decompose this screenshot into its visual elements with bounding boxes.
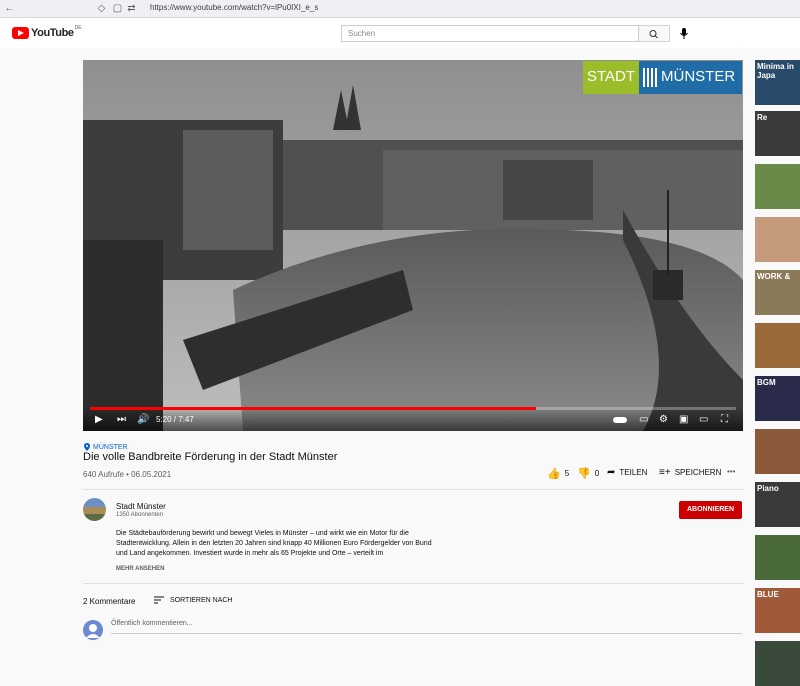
more-actions-icon[interactable]: •••: [727, 467, 735, 476]
youtube-play-icon: [12, 27, 29, 39]
share-label: TEILEN: [619, 468, 648, 477]
playlist-add-icon: ≡+: [659, 467, 671, 478]
share-icon: ➦: [607, 467, 616, 478]
comment-input-underline: [111, 633, 742, 634]
recommendation-thumbnail[interactable]: [755, 429, 800, 474]
recommendation-thumbnail[interactable]: BLUE: [755, 588, 800, 633]
recommendation-thumbnail[interactable]: WORK &: [755, 270, 800, 315]
thumb-text: Minima in Japa: [757, 62, 794, 80]
subscribe-button[interactable]: ABONNIEREN: [679, 501, 742, 519]
search-button[interactable]: [639, 25, 670, 42]
like-button[interactable]: 👍 5: [547, 467, 569, 480]
recommendation-thumbnail[interactable]: [755, 535, 800, 580]
fullscreen-icon[interactable]: ⛶: [721, 415, 728, 425]
lock-icon[interactable]: ▢: [112, 3, 123, 14]
thumb-text: Piano: [757, 484, 779, 493]
thumb-text: WORK &: [757, 272, 791, 281]
volume-icon[interactable]: 🔊: [137, 415, 149, 425]
player-controls: ▶ ⏭ 🔊 5:20 / 7:47 ▭ ⚙ ▣ ▭ ⛶: [83, 407, 743, 431]
dislike-button[interactable]: 👎 0: [577, 467, 599, 480]
country-code: DE: [74, 25, 82, 31]
divider: [83, 489, 743, 490]
save-label: SPEICHERN: [674, 468, 722, 477]
video-meta: 640 Aufrufe • 06.05.2021: [83, 470, 172, 479]
location-tag[interactable]: MÜNSTER: [84, 443, 128, 451]
logo-muenster-block: MÜNSTER: [639, 61, 742, 94]
next-icon[interactable]: ⏭: [117, 415, 126, 425]
sort-button[interactable]: SORTIEREN NACH: [154, 596, 233, 604]
progress-fill: [90, 407, 536, 410]
location-label: MÜNSTER: [93, 443, 128, 451]
video-title: Die volle Bandbreite Förderung in der St…: [83, 451, 338, 463]
thumb-text: BLUE: [757, 590, 779, 599]
comment-input[interactable]: Öffentlich kommentieren...: [111, 620, 193, 627]
logo-muenster: MÜNSTER: [661, 68, 736, 85]
recommendation-thumbnail[interactable]: Minima in Japa: [755, 60, 800, 105]
recommendation-thumbnail[interactable]: [755, 164, 800, 209]
logo-columns-icon: [643, 68, 657, 87]
theater-mode-icon[interactable]: ▭: [699, 415, 708, 425]
thumbs-down-icon: 👎: [577, 468, 591, 480]
recommendation-thumbnail[interactable]: [755, 217, 800, 262]
search-icon: [649, 30, 658, 39]
share-button[interactable]: ➦ TEILEN: [607, 467, 647, 478]
permissions-icon[interactable]: ⇄: [126, 3, 137, 14]
thumb-text: Re: [757, 113, 768, 122]
divider: [83, 583, 743, 584]
browser-toolbar: ← ◇ ▢ ⇄ https://www.youtube.com/watch?v=…: [0, 0, 800, 18]
back-arrow-icon[interactable]: ←: [4, 3, 15, 14]
play-icon[interactable]: ▶: [95, 415, 103, 425]
recommendation-thumbnail[interactable]: Re: [755, 111, 800, 156]
sort-label: SORTIEREN NACH: [170, 596, 233, 604]
comment-count: 2 Kommentare: [83, 597, 136, 606]
subscriber-count: 1350 Abonnenten: [116, 512, 164, 518]
like-count: 5: [564, 469, 570, 478]
channel-avatar[interactable]: [83, 498, 106, 521]
logo-text: YouTube: [31, 27, 74, 39]
user-avatar: [83, 620, 103, 640]
video-frame: [83, 60, 743, 431]
recommendation-thumbnail[interactable]: [755, 323, 800, 368]
logo-stadt: STADT: [583, 61, 639, 94]
thumb-text: BGM: [757, 378, 776, 387]
recommendation-thumbnail[interactable]: BGM: [755, 376, 800, 421]
settings-icon[interactable]: ⚙: [659, 415, 668, 425]
video-description: Die Städtebauförderung bewirkt und beweg…: [116, 530, 432, 557]
shield-icon[interactable]: ◇: [96, 3, 107, 14]
youtube-logo[interactable]: YouTube DE: [12, 25, 82, 39]
dislike-count: 0: [594, 469, 600, 478]
address-bar[interactable]: https://www.youtube.com/watch?v=lPu0IXI_…: [150, 3, 318, 12]
video-player[interactable]: STADT MÜNSTER ▶ ⏭ 🔊 5:20 / 7:47 ▭ ⚙ ▣ ▭ …: [83, 60, 743, 431]
microphone-icon[interactable]: [679, 26, 689, 40]
recommendation-thumbnail[interactable]: Piano: [755, 482, 800, 527]
user-icon: [86, 624, 100, 638]
youtube-header: YouTube DE Suchen: [0, 18, 800, 48]
stadt-muenster-logo: STADT MÜNSTER: [583, 61, 742, 94]
autoplay-toggle[interactable]: [613, 417, 627, 423]
miniplayer-icon[interactable]: ▣: [679, 415, 688, 425]
progress-bar[interactable]: [90, 407, 736, 410]
show-more-button[interactable]: MEHR ANSEHEN: [116, 566, 164, 572]
save-button[interactable]: ≡+ SPEICHERN: [659, 467, 721, 478]
search-input[interactable]: Suchen: [341, 25, 639, 42]
sort-icon: [154, 596, 164, 604]
time-display: 5:20 / 7:47: [156, 415, 194, 424]
location-pin-icon: [84, 443, 90, 451]
channel-name[interactable]: Stadt Münster: [116, 502, 166, 511]
thumbs-up-icon: 👍: [547, 468, 561, 480]
subtitles-icon[interactable]: ▭: [639, 415, 648, 425]
